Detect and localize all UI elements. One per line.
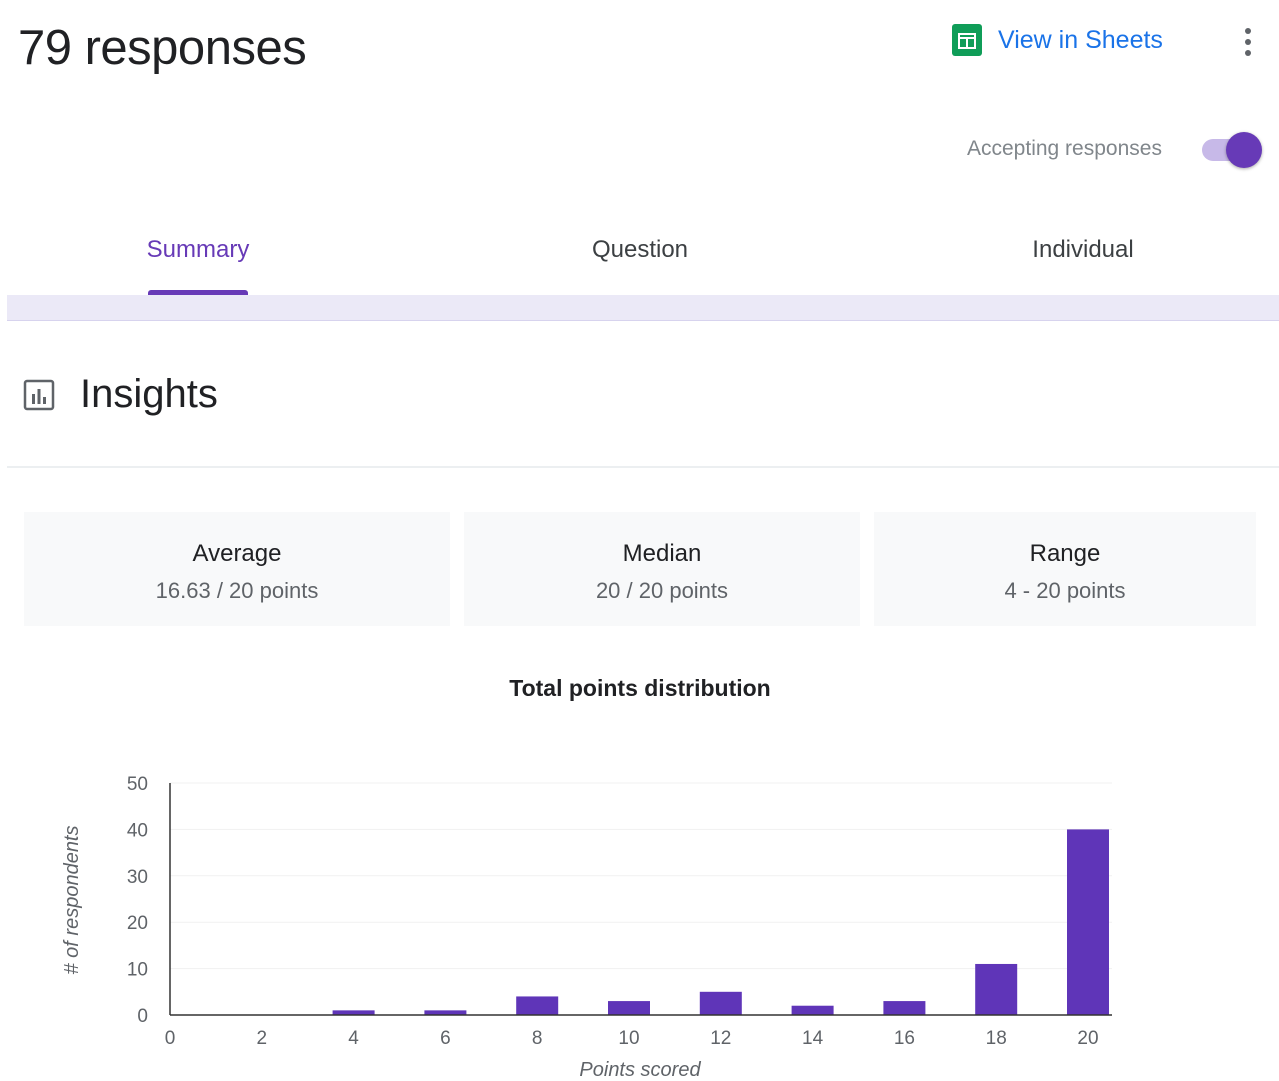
y-axis-label: # of respondents <box>61 826 83 975</box>
x-tick-label: 16 <box>894 1028 915 1049</box>
y-tick-label: 50 <box>127 774 148 795</box>
x-tick-label: 20 <box>1077 1028 1098 1049</box>
y-tick-label: 40 <box>127 820 148 841</box>
chart-bar <box>608 1001 650 1015</box>
x-tick-label: 6 <box>440 1028 451 1049</box>
stat-card-average: Average 16.63 / 20 points <box>24 512 450 626</box>
y-tick-label: 20 <box>127 913 148 934</box>
x-tick-label: 14 <box>802 1028 824 1049</box>
stat-value: 20 / 20 points <box>595 578 729 603</box>
chart-bar <box>516 996 559 1015</box>
insights-heading: Insights <box>80 372 218 416</box>
x-tick-label: 0 <box>165 1028 176 1049</box>
stat-value: 16.63 / 20 points <box>155 578 319 603</box>
points-distribution-chart: 0 10 20 30 40 50 0 2 4 6 8 10 12 14 16 18 20 Points score… <box>61 774 1112 1081</box>
view-in-sheets-label: View in Sheets <box>998 25 1163 54</box>
chart-bar <box>699 991 742 1015</box>
chart-bar <box>975 963 1018 1015</box>
chart-bar <box>791 1005 834 1015</box>
insights-divider <box>7 466 1279 468</box>
more-options-button[interactable] <box>1232 22 1264 62</box>
x-axis-label: Points scored <box>579 1059 701 1081</box>
tab-question[interactable]: Question <box>540 236 740 272</box>
x-tick-label: 10 <box>618 1028 639 1049</box>
tab-individual[interactable]: Individual <box>983 236 1183 272</box>
x-tick-label: 2 <box>257 1028 268 1049</box>
chart-title: Total points distribution <box>509 675 771 701</box>
tab-summary[interactable]: Summary <box>100 236 296 272</box>
accepting-responses-label: Accepting responses <box>967 137 1162 160</box>
stat-value: 4 - 20 points <box>1004 578 1126 603</box>
responses-count-title: 79 responses <box>18 21 307 75</box>
y-tick-label: 0 <box>137 1006 148 1027</box>
stat-label: Median <box>622 540 702 567</box>
view-in-sheets-button[interactable]: View in Sheets <box>950 18 1163 62</box>
stat-label: Average <box>192 540 282 567</box>
more-vert-icon <box>1245 28 1251 56</box>
y-tick-label: 30 <box>127 867 148 888</box>
x-tick-label: 4 <box>348 1028 359 1049</box>
accepting-responses-toggle[interactable] <box>1198 130 1266 170</box>
stat-card-range: Range 4 - 20 points <box>874 512 1256 626</box>
y-tick-label: 10 <box>127 960 148 981</box>
insights-chart-icon <box>23 379 55 411</box>
stat-label: Range <box>1029 540 1101 567</box>
x-tick-label: 12 <box>710 1028 731 1049</box>
tab-bar-divider <box>7 295 1279 321</box>
stat-card-median: Median 20 / 20 points <box>464 512 860 626</box>
x-tick-label: 18 <box>986 1028 1007 1049</box>
chart-bar <box>1067 829 1109 1015</box>
toggle-thumb[interactable] <box>1226 132 1262 168</box>
x-tick-label: 8 <box>532 1028 543 1049</box>
sheets-icon <box>952 24 982 56</box>
chart-bar <box>883 1001 926 1015</box>
